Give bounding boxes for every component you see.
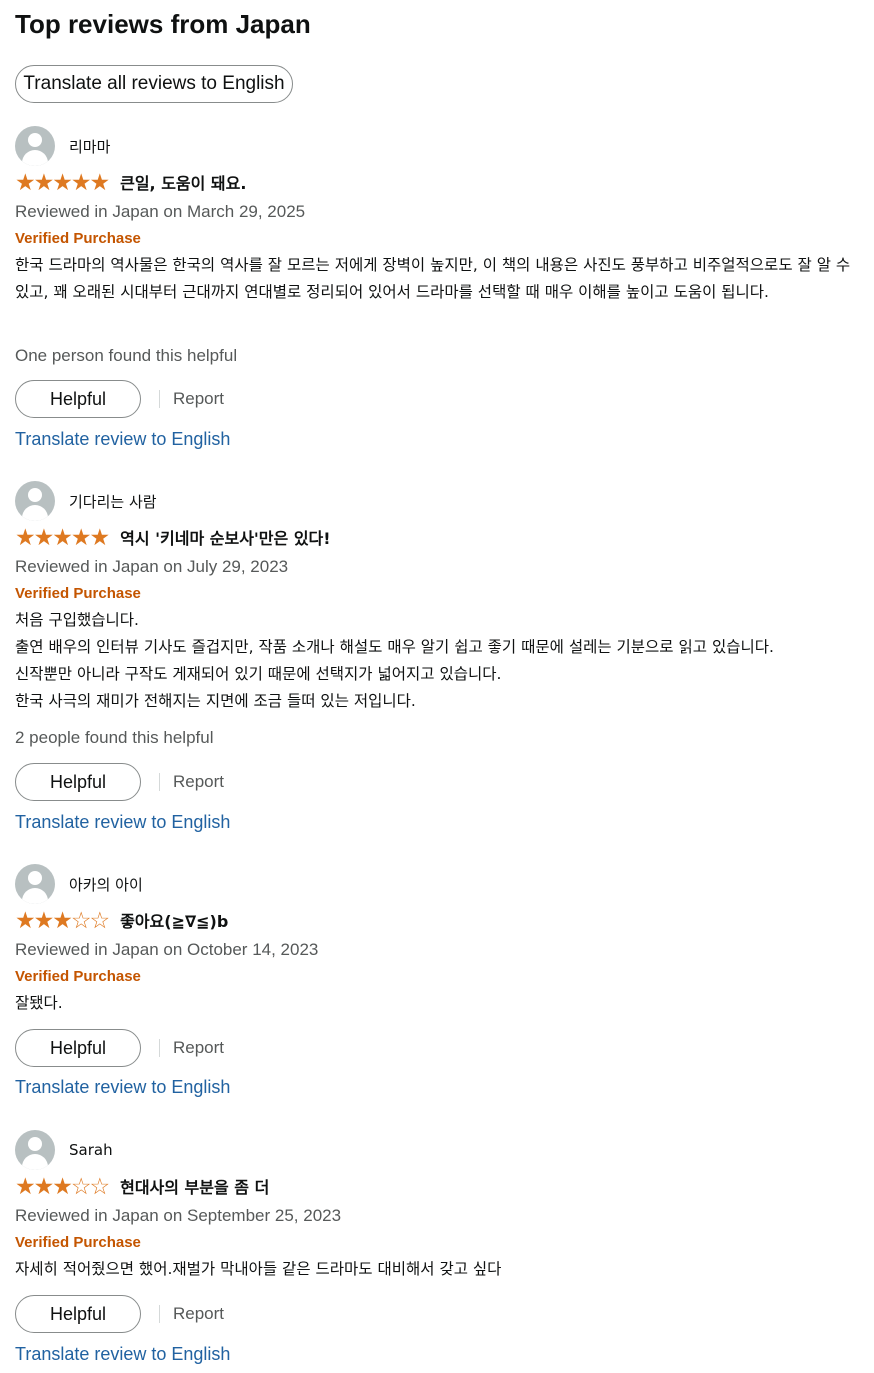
- review-body-line: 한국 사극의 재미가 전해지는 지면에 조금 들떠 있는 저입니다.: [15, 692, 416, 710]
- avatar-icon: [15, 864, 55, 904]
- review-body-line: 자세히 적어줬으면 했어.재벌가 막내아들 같은 드라마도 대비해서 갖고 싶다: [15, 1260, 502, 1278]
- review-body: 처음 구입했습니다. 출연 배우의 인터뷰 기사도 즐겁지만, 작품 소개나 해…: [15, 607, 865, 715]
- review-body-line: 신작뿐만 아니라 구작도 게재되어 있기 때문에 선택지가 넓어지고 있습니다.: [15, 665, 502, 683]
- divider: [159, 773, 160, 791]
- helpful-button[interactable]: Helpful: [15, 763, 141, 801]
- divider: [159, 390, 160, 408]
- helpful-button[interactable]: Helpful: [15, 380, 141, 418]
- avatar-icon: [15, 126, 55, 166]
- review-body: 잘됐다.: [15, 990, 865, 1017]
- review-title[interactable]: 큰일, 도움이 돼요.: [120, 170, 246, 194]
- reviewer-profile[interactable]: 리마마: [15, 126, 110, 166]
- review-body-line: 한국 드라마의 역사물은 한국의 역사를 잘 모르는 저에게 장벽이 높지만, …: [15, 256, 851, 301]
- report-link[interactable]: Report: [173, 1304, 224, 1324]
- translate-review-link[interactable]: Translate review to English: [15, 1344, 230, 1365]
- review-body: 자세히 적어줬으면 했어.재벌가 막내아들 같은 드라마도 대비해서 갖고 싶다: [15, 1256, 865, 1283]
- review-title[interactable]: 좋아요(≧∇≦)b: [120, 908, 228, 932]
- review-body-line: 출연 배우의 인터뷰 기사도 즐겁지만, 작품 소개나 해설도 매우 알기 쉽고…: [15, 638, 774, 656]
- helpful-count: One person found this helpful: [15, 346, 238, 365]
- star-rating-icon[interactable]: ★★★★★: [15, 171, 110, 194]
- verified-purchase-badge: Verified Purchase: [15, 968, 141, 985]
- avatar-icon: [15, 1130, 55, 1170]
- review-date: Reviewed in Japan on October 14, 2023: [15, 940, 319, 959]
- divider: [159, 1039, 160, 1057]
- verified-purchase-badge: Verified Purchase: [15, 585, 141, 602]
- reviewer-name: 리마마: [69, 137, 111, 156]
- avatar-icon: [15, 481, 55, 521]
- reviewer-name: 기다리는 사람: [69, 492, 157, 511]
- report-link[interactable]: Report: [173, 389, 224, 409]
- review-body: 한국 드라마의 역사물은 한국의 역사를 잘 모르는 저에게 장벽이 높지만, …: [15, 252, 865, 306]
- helpful-button[interactable]: Helpful: [15, 1029, 141, 1067]
- review-body-line: 잘됐다.: [15, 994, 63, 1012]
- reviewer-profile[interactable]: 기다리는 사람: [15, 481, 157, 521]
- review-date: Reviewed in Japan on March 29, 2025: [15, 202, 306, 221]
- translate-all-button[interactable]: Translate all reviews to English: [15, 65, 293, 103]
- helpful-count: 2 people found this helpful: [15, 728, 214, 747]
- report-link[interactable]: Report: [173, 1038, 224, 1058]
- reviewer-name: 아카의 아이: [69, 875, 143, 894]
- review-date: Reviewed in Japan on September 25, 2023: [15, 1206, 342, 1225]
- reviewer-profile[interactable]: 아카의 아이: [15, 864, 143, 904]
- star-rating-icon[interactable]: ★★★☆☆: [15, 909, 110, 932]
- star-rating-icon[interactable]: ★★★☆☆: [15, 1175, 110, 1198]
- divider: [159, 1305, 160, 1323]
- review-title[interactable]: 현대사의 부분을 좀 더: [120, 1174, 269, 1198]
- translate-review-link[interactable]: Translate review to English: [15, 429, 230, 450]
- section-title: Top reviews from Japan: [15, 9, 311, 39]
- review-body-line: 처음 구입했습니다.: [15, 611, 139, 629]
- helpful-button[interactable]: Helpful: [15, 1295, 141, 1333]
- verified-purchase-badge: Verified Purchase: [15, 230, 141, 247]
- star-rating-icon[interactable]: ★★★★★: [15, 526, 110, 549]
- reviewer-name: Sarah: [69, 1141, 113, 1159]
- report-link[interactable]: Report: [173, 772, 224, 792]
- translate-review-link[interactable]: Translate review to English: [15, 1077, 230, 1098]
- reviewer-profile[interactable]: Sarah: [15, 1130, 113, 1170]
- review-date: Reviewed in Japan on July 29, 2023: [15, 557, 289, 576]
- review-title[interactable]: 역시 '키네마 순보사'만은 있다!: [120, 525, 330, 549]
- translate-review-link[interactable]: Translate review to English: [15, 812, 230, 833]
- verified-purchase-badge: Verified Purchase: [15, 1234, 141, 1251]
